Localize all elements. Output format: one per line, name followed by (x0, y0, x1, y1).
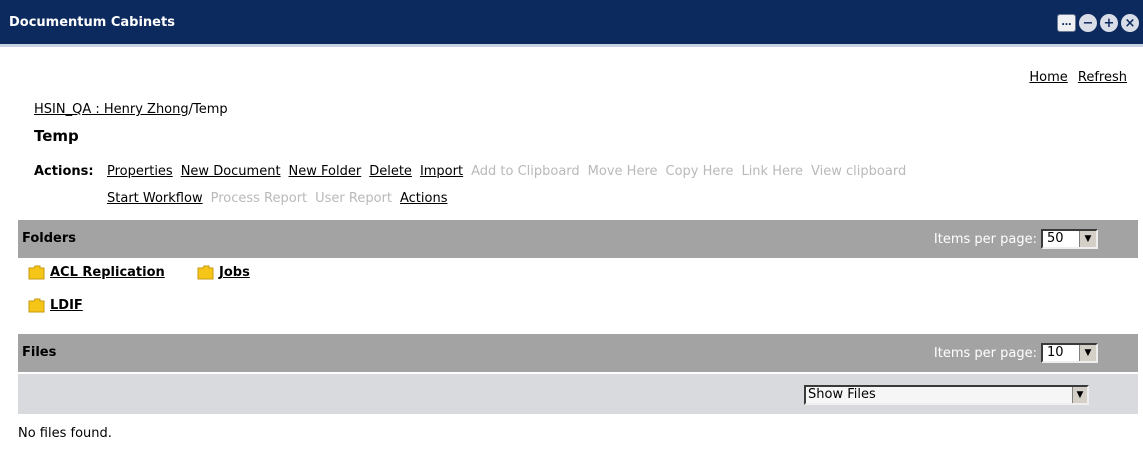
folder-item[interactable]: ACL Replication (28, 265, 165, 280)
folder-name: LDIF (50, 298, 83, 313)
actions-menu-action[interactable]: Actions (400, 191, 448, 206)
chevron-down-icon: ▼ (1079, 231, 1096, 247)
folder-item[interactable]: LDIF (28, 298, 83, 313)
home-link[interactable]: Home (1029, 70, 1067, 85)
files-filter-bar: Show Files ▼ (18, 374, 1138, 414)
folders-items-per-page-value: 50 (1047, 231, 1064, 246)
copy-here-action: Copy Here (665, 164, 734, 179)
view-clipboard-action: View clipboard (811, 164, 907, 179)
folders-header: Folders Items per page: 50 ▼ (18, 220, 1138, 258)
folders-title: Folders (22, 231, 77, 246)
minimize-icon[interactable]: − (1079, 14, 1097, 32)
move-here-action: Move Here (587, 164, 658, 179)
show-files-select[interactable]: Show Files ▼ (804, 385, 1089, 405)
folder-item[interactable]: Jobs (197, 265, 250, 280)
folders-items-per-page-label: Items per page: (933, 231, 1037, 247)
refresh-link[interactable]: Refresh (1078, 70, 1127, 85)
folders-items-per-page-select[interactable]: 50 ▼ (1041, 229, 1098, 249)
folder-icon (28, 298, 45, 313)
folder-icon (197, 265, 214, 280)
files-items-per-page-select[interactable]: 10 ▼ (1041, 343, 1098, 363)
title-bar-divider (0, 44, 1143, 47)
folder-icon (28, 265, 45, 280)
chevron-down-icon: ▼ (1079, 345, 1096, 361)
show-files-value: Show Files (808, 387, 876, 402)
start-workflow-action[interactable]: Start Workflow (107, 191, 203, 206)
properties-action[interactable]: Properties (107, 164, 173, 179)
actions-label: Actions: (34, 164, 94, 179)
folders-items-per-page: Items per page: 50 ▼ (934, 229, 1098, 249)
actions-row-2: Start Workflow Process Report User Repor… (107, 191, 456, 206)
close-icon[interactable]: × (1121, 14, 1139, 32)
actions-row-1: Properties New Document New Folder Delet… (107, 164, 914, 179)
files-header: Files Items per page: 10 ▼ (18, 334, 1138, 372)
top-links: Home Refresh (1023, 70, 1127, 85)
files-items-per-page-value: 10 (1047, 345, 1064, 360)
import-action[interactable]: Import (420, 164, 463, 179)
menu-icon[interactable]: … (1057, 14, 1076, 32)
user-report-action: User Report (315, 191, 392, 206)
breadcrumb-current: /Temp (188, 102, 228, 117)
folder-name: ACL Replication (50, 265, 165, 280)
new-document-action[interactable]: New Document (181, 164, 281, 179)
window-controls: … − + × (1057, 14, 1139, 32)
new-folder-action[interactable]: New Folder (289, 164, 362, 179)
breadcrumb: HSIN_QA : Henry Zhong/Temp (34, 102, 228, 117)
window-title: Documentum Cabinets (9, 15, 175, 30)
add-to-clipboard-action: Add to Clipboard (471, 164, 580, 179)
files-items-per-page: Items per page: 10 ▼ (934, 343, 1098, 363)
folder-name: Jobs (219, 265, 250, 280)
breadcrumb-root-link[interactable]: HSIN_QA : Henry Zhong (34, 102, 189, 117)
link-here-action: Link Here (741, 164, 804, 179)
delete-action[interactable]: Delete (369, 164, 412, 179)
add-icon[interactable]: + (1100, 14, 1118, 32)
files-title: Files (22, 345, 57, 360)
no-files-message: No files found. (18, 426, 112, 441)
chevron-down-icon: ▼ (1072, 387, 1087, 403)
process-report-action: Process Report (210, 191, 308, 206)
page-title: Temp (34, 127, 79, 145)
files-items-per-page-label: Items per page: (933, 345, 1037, 361)
title-bar: Documentum Cabinets … − + × (0, 0, 1143, 44)
